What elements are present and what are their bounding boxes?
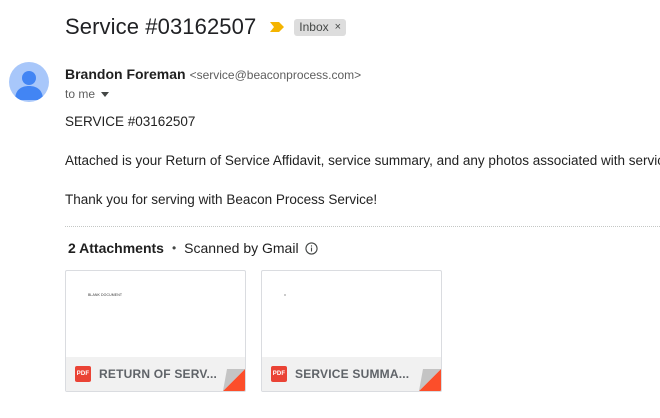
pdf-icon: PDF [271,366,287,382]
attachment-preview: BLANK DOCUMENT [66,271,245,357]
preview-mark [284,294,286,296]
scanned-by-gmail: Scanned by Gmail [184,240,299,256]
attachments-divider [65,226,660,227]
attachments-header: 2 Attachments • Scanned by Gmail [68,240,318,256]
sender-avatar[interactable] [9,62,49,102]
remove-label-button[interactable]: × [335,21,341,33]
body-line-reference: SERVICE #03162507 [65,114,196,129]
recipients-text: to me [65,87,96,101]
attachments-count: 2 Attachments [68,240,164,256]
page-fold-icon [419,369,441,391]
attachment-card-return-of-service[interactable]: BLANK DOCUMENT PDF RETURN OF SERV... [65,270,246,392]
sender-row: Brandon Foreman <service@beaconprocess.c… [65,66,361,82]
caret-down-icon[interactable] [101,91,110,97]
recipients-row: to me [65,87,110,101]
subject-row: Service #03162507 Inbox × [65,14,347,40]
sender-name[interactable]: Brandon Foreman [65,66,186,82]
attachment-preview [262,271,441,357]
email-subject: Service #03162507 [65,14,257,39]
inbox-label-chip: Inbox × [294,18,347,36]
pdf-icon: PDF [75,366,91,382]
importance-marker-icon[interactable] [269,21,285,33]
body-line-message: Attached is your Return of Service Affid… [65,153,660,168]
preview-text: BLANK DOCUMENT [88,293,123,297]
attachment-file-name: RETURN OF SERV... [99,367,218,381]
separator-dot: • [171,241,177,255]
page-fold-icon [223,369,245,391]
attachment-file-name: SERVICE SUMMA... [295,367,410,381]
attachment-card-service-summary[interactable]: PDF SERVICE SUMMA... [261,270,442,392]
info-icon[interactable] [304,241,318,255]
body-line-thanks: Thank you for serving with Beacon Proces… [65,192,378,207]
default-avatar-icon [15,71,43,100]
sender-email: <service@beaconprocess.com> [189,68,362,82]
inbox-label-text: Inbox [299,20,329,34]
